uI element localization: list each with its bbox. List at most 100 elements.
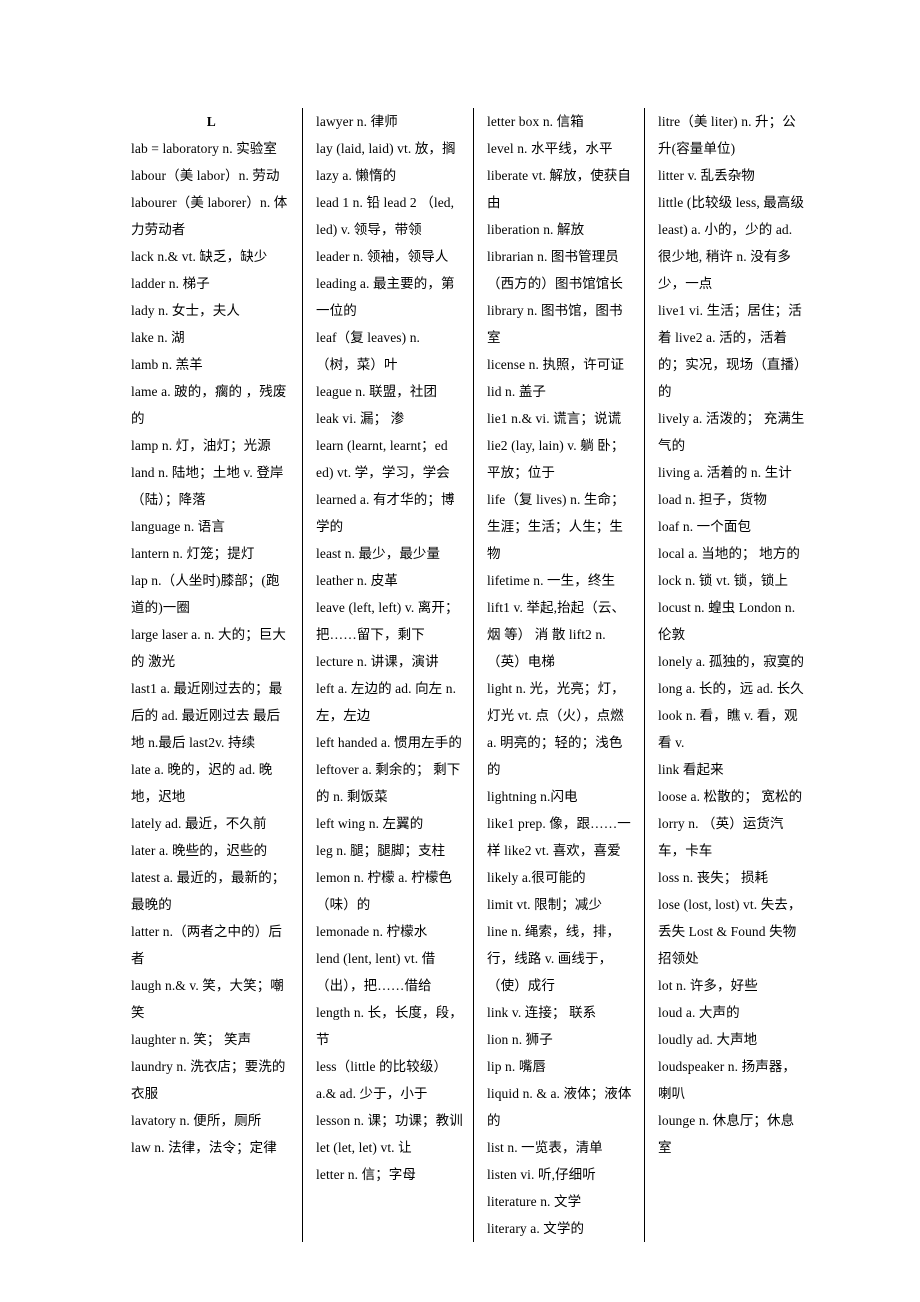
dictionary-entry: last1 a. 最近刚过去的；最后的 ad. 最近刚过去 最后地 n.最后 l… [131,681,283,750]
dictionary-entry: leader n. 领袖，领导人 [316,249,449,264]
dictionary-entry: lazy a. 懒惰的 [316,168,397,183]
dictionary-entry: lady n. 女士，夫人 [131,303,240,318]
dictionary-entry: lightning n.闪电 [487,789,578,804]
dictionary-entry: less（little 的比较级）a.& ad. 少于，小于 [316,1059,448,1101]
dictionary-entry: lab = laboratory n. 实验室 labour（美 labor）n… [131,141,280,183]
dictionary-entry: life（复 lives) n. 生命；生涯；生活；人生；生物 [487,492,625,561]
dictionary-entry: leave (left, left) v. 离开；把……留下，剩下 [316,600,459,642]
dictionary-entry: lemon n. 柠檬 a. 柠檬色（味）的 [316,870,453,912]
dictionary-entry: lifetime n. 一生，终生 [487,573,616,588]
dictionary-entry: leak vi. 漏； 渗 [316,411,405,426]
dictionary-entry: lid n. 盖子 [487,384,547,399]
dictionary-entry: little (比较级 less, 最高级 least) a. 小的，少的 ad… [658,195,805,291]
dictionary-entry: large laser a. n. 大的；巨大的 激光 [131,627,287,669]
dictionary-entry: leading a. 最主要的，第一位的 [316,276,455,318]
dictionary-entry: later a. 晚些的，迟些的 [131,843,268,858]
dictionary-entry: locust n. 蝗虫 London n. 伦敦 [658,600,796,642]
dictionary-entry: leg n. 腿；腿脚；支柱 [316,843,446,858]
dictionary-entry: laughter n. 笑； 笑声 [131,1032,252,1047]
dictionary-entry: loose a. 松散的； 宽松的 [658,789,803,804]
dictionary-entry: literature n. 文学 [487,1194,582,1209]
dictionary-entry: lay (laid, laid) vt. 放，搁 [316,141,456,156]
dictionary-entry: let (let, let) vt. 让 [316,1140,412,1155]
dictionary-entry: lend (lent, lent) vt. 借（出），把……借给 [316,951,436,993]
dictionary-entry: living a. 活着的 n. 生计 [658,465,792,480]
dictionary-entry: live1 vi. 生活；居住；活着 live2 a. 活的，活着的；实况，现场… [658,303,802,399]
dictionary-entry: lion n. 狮子 [487,1032,553,1047]
dictionary-entry: librarian n. 图书管理员（西方的）图书馆馆长 [487,249,623,291]
dictionary-entry: liberation n. 解放 [487,222,585,237]
dictionary-entry: labourer（美 laborer）n. 体力劳动者 [131,195,288,237]
dictionary-entry: land n. 陆地；土地 v. 登岸（陆）；降落 [131,465,284,507]
dictionary-entry: lavatory n. 便所，厕所 [131,1113,262,1128]
dictionary-entry: lift1 v. 举起,抬起（云、烟 等） 消 散 lift2 n. （英）电梯 [487,600,626,669]
dictionary-entry: lamp n. 灯，油灯；光源 [131,438,271,453]
dictionary-entry: liberate vt. 解放，使获自由 [487,168,631,210]
dictionary-entry: language n. 语言 [131,519,226,534]
dictionary-entry: left wing n. 左翼的 [316,816,424,831]
dictionary-entry: loudly ad. 大声地 [658,1032,758,1047]
dictionary-entry: likely a.很可能的 [487,870,586,885]
dictionary-entry: lonely a. 孤独的，寂寞的 [658,654,805,669]
dictionary-entry: leftover a. 剩余的； 剩下的 n. 剩饭菜 [316,762,461,804]
dictionary-entry: letter n. 信；字母 [316,1167,417,1182]
dictionary-entry: ladder n. 梯子 [131,276,210,291]
dictionary-entry: loss n. 丧失； 损耗 [658,870,769,885]
document-page: L lab = laboratory n. 实验室 labour（美 labor… [0,0,920,1302]
vocabulary-column-4: litre（美 liter) n. 升；公升(容量单位) litter v. 乱… [644,108,815,1242]
dictionary-entry: library n. 图书馆，图书室 [487,303,623,345]
dictionary-entry: left a. 左边的 ad. 向左 n. 左，左边 [316,681,457,723]
dictionary-entry: lorry n. （英）运货汽车，卡车 [658,816,784,858]
vocabulary-columns: L lab = laboratory n. 实验室 labour（美 labor… [131,108,815,1242]
dictionary-entry: lip n. 嘴唇 [487,1059,547,1074]
dictionary-entry: light n. 光，光亮；灯，灯光 vt. 点（火），点燃 a. 明亮的；轻的… [487,681,625,777]
dictionary-entry: litter v. 乱丢杂物 [658,168,755,183]
dictionary-entry: letter box n. 信箱 [487,114,584,129]
dictionary-entry: lack n.& vt. 缺乏，缺少 [131,249,268,264]
dictionary-entry: list n. 一览表，清单 [487,1140,603,1155]
dictionary-entry: litre（美 liter) n. 升；公升(容量单位) [658,114,796,156]
dictionary-entry: like1 prep. 像，跟……一样 like2 vt. 喜欢，喜爱 [487,816,631,858]
vocabulary-column-2: lawyer n. 律师 lay (laid, laid) vt. 放，搁 la… [302,108,473,1242]
dictionary-entry: listen vi. 听,仔细听 [487,1167,596,1182]
dictionary-entry: left handed a. 惯用左手的 [316,735,462,750]
dictionary-entry: link v. 连接； 联系 [487,1005,597,1020]
dictionary-entry: lecture n. 讲课，演讲 [316,654,439,669]
vocabulary-column-3: letter box n. 信箱 level n. 水平线，水平 liberat… [473,108,644,1242]
dictionary-entry: long a. 长的，远 ad. 长久 [658,681,804,696]
dictionary-entry: lock n. 锁 vt. 锁，锁上 [658,573,789,588]
dictionary-entry: learned a. 有才华的；博学的 [316,492,455,534]
dictionary-entry: lie1 n.& vi. 谎言；说谎 [487,411,622,426]
dictionary-entry: lamb n. 羔羊 [131,357,203,372]
dictionary-entry: liquid n. & a. 液体；液体的 [487,1086,632,1128]
dictionary-entry: lounge n. 休息厅；休息室 [658,1113,795,1155]
dictionary-entry: latter n.（两者之中的）后者 [131,924,282,966]
dictionary-entry: length n. 长，长度，段，节 [316,1005,463,1047]
dictionary-entry: least n. 最少，最少量 [316,546,441,561]
dictionary-entry: late a. 晚的，迟的 ad. 晚地，迟地 [131,762,273,804]
dictionary-entry: laundry n. 洗衣店；要洗的衣服 [131,1059,286,1101]
dictionary-entry: lap n.（人坐时)膝部；(跑道的)一圈 [131,573,280,615]
dictionary-entry: load n. 担子，货物 [658,492,767,507]
dictionary-entry: lose (lost, lost) vt. 失去，丢失 Lost & Found… [658,897,802,966]
dictionary-entry: laugh n.& v. 笑，大笑；嘲笑 [131,978,284,1020]
dictionary-entry: lake n. 湖 [131,330,185,345]
dictionary-entry: lantern n. 灯笼；提灯 [131,546,255,561]
dictionary-entry: loudspeaker n. 扬声器，喇叭 [658,1059,797,1101]
dictionary-entry: latest a. 最近的，最新的；最晚的 [131,870,286,912]
dictionary-entry: loaf n. 一个面包 [658,519,752,534]
dictionary-entry: literary a. 文学的 [487,1221,585,1236]
dictionary-entry: look n. 看，瞧 v. 看，观看 v. [658,708,798,750]
dictionary-entry: law n. 法律，法令；定律 [131,1140,277,1155]
dictionary-entry: lie2 (lay, lain) v. 躺 卧；平放；位于 [487,438,625,480]
dictionary-entry: league n. 联盟，社团 [316,384,438,399]
dictionary-entry: link 看起来 [658,762,724,777]
dictionary-entry: loud a. 大声的 [658,1005,740,1020]
dictionary-entry: lead 1 n. 铅 lead 2 （led, led) v. 领导，带领 [316,195,455,237]
dictionary-entry: lot n. 许多，好些 [658,978,758,993]
dictionary-entry: local a. 当地的； 地方的 [658,546,800,561]
dictionary-entry: lively a. 活泼的； 充满生气的 [658,411,805,453]
dictionary-entry: license n. 执照，许可证 [487,357,625,372]
dictionary-entry: line n. 绳索，线，排，行，线路 v. 画线于，（使）成行 [487,924,621,993]
dictionary-entry: lawyer n. 律师 [316,114,398,129]
